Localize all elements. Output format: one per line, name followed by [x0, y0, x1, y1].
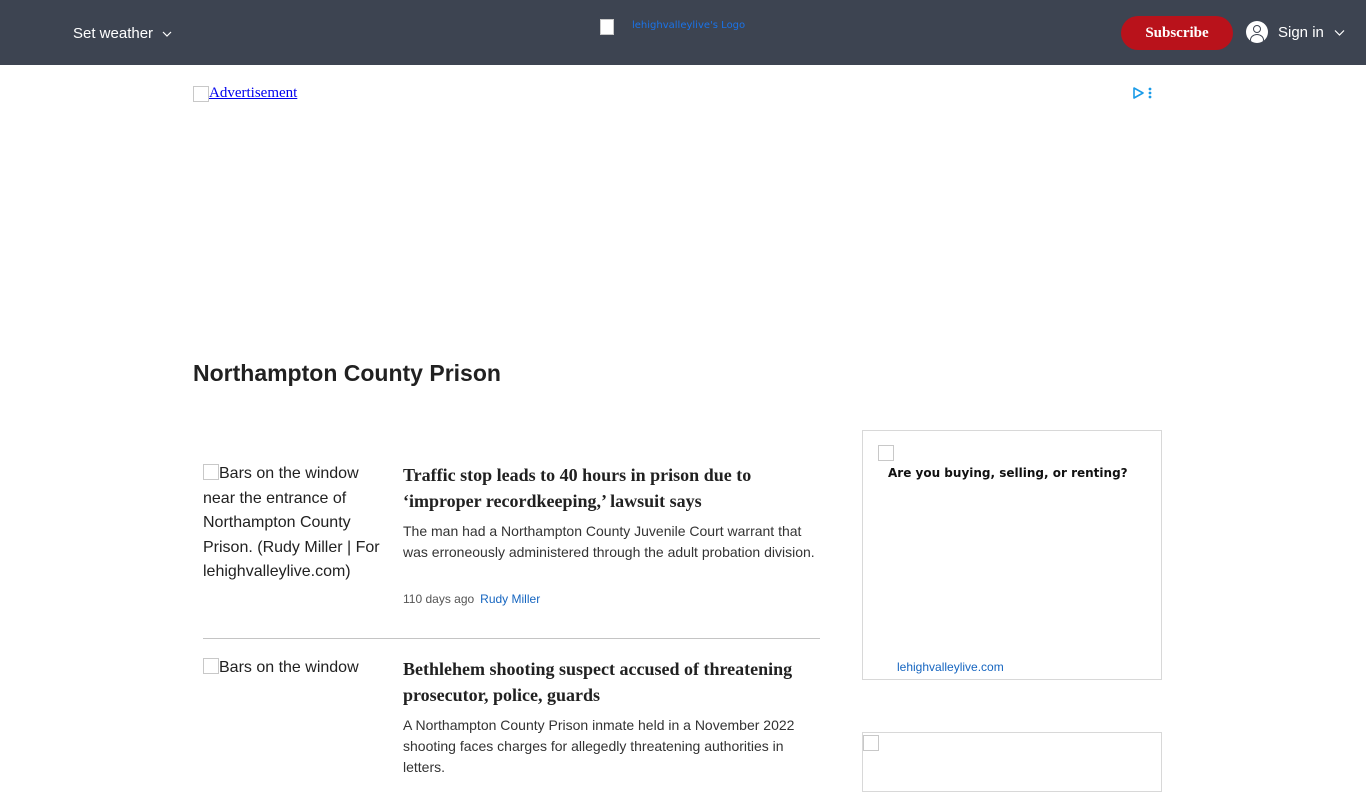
advertisement-alt-text: Advertisement: [209, 85, 298, 101]
article-headline[interactable]: Bethlehem shooting suspect accused of th…: [403, 656, 820, 708]
ad-choices-play-icon: [1133, 87, 1144, 99]
advertisement-link[interactable]: Advertisement: [193, 85, 297, 102]
sign-in-label: Sign in: [1278, 23, 1324, 41]
promo-heading: Are you buying, selling, or renting?: [888, 466, 1128, 480]
ad-choices-button[interactable]: [1131, 86, 1155, 100]
set-weather-button[interactable]: Set weather: [73, 24, 172, 44]
article-card: Bars on the window near the entrance of …: [203, 462, 820, 612]
broken-image-icon: [600, 19, 614, 35]
broken-image-icon: [863, 735, 879, 751]
article-image[interactable]: Bars on the window: [203, 656, 388, 681]
broken-image-icon: [878, 445, 894, 461]
promo-card[interactable]: Are you buying, selling, or renting? leh…: [862, 430, 1162, 680]
article-author-link[interactable]: Rudy Miller: [480, 592, 540, 606]
logo-alt-text: lehighvalleylive's Logo: [632, 20, 746, 31]
chevron-down-icon: [162, 31, 172, 37]
promo-source-link[interactable]: lehighvalleylive.com: [897, 660, 1004, 674]
broken-image-icon: [193, 85, 209, 102]
article-summary: A Northampton County Prison inmate held …: [403, 717, 795, 775]
site-logo[interactable]: lehighvalleylive's Logo: [600, 19, 745, 35]
ad-card[interactable]: [862, 732, 1162, 792]
article-card: Bars on the window Bethlehem shooting su…: [203, 656, 820, 776]
sign-in-button[interactable]: Sign in: [1246, 21, 1345, 43]
article-divider: [203, 638, 820, 639]
site-header: Set weather lehighvalleylive's Logo Subs…: [0, 0, 1366, 65]
article-image-alt: Bars on the window: [219, 659, 359, 676]
more-options-icon: [1148, 87, 1152, 99]
subscribe-button[interactable]: Subscribe: [1121, 16, 1233, 50]
article-image-alt: Bars on the window near the entrance of …: [203, 465, 380, 580]
chevron-down-icon: [1334, 29, 1345, 36]
broken-image-icon: [203, 658, 219, 674]
article-headline[interactable]: Traffic stop leads to 40 hours in prison…: [403, 462, 820, 514]
page-title: Northampton County Prison: [193, 360, 501, 386]
article-timestamp: 110 days ago: [403, 592, 475, 606]
set-weather-label: Set weather: [73, 25, 154, 42]
article-summary: The man had a Northampton County Juvenil…: [403, 523, 815, 560]
article-meta: 110 days ago Rudy Miller: [403, 591, 540, 607]
user-icon: [1246, 21, 1268, 43]
article-image[interactable]: Bars on the window near the entrance of …: [203, 462, 388, 585]
broken-image-icon: [203, 464, 219, 480]
